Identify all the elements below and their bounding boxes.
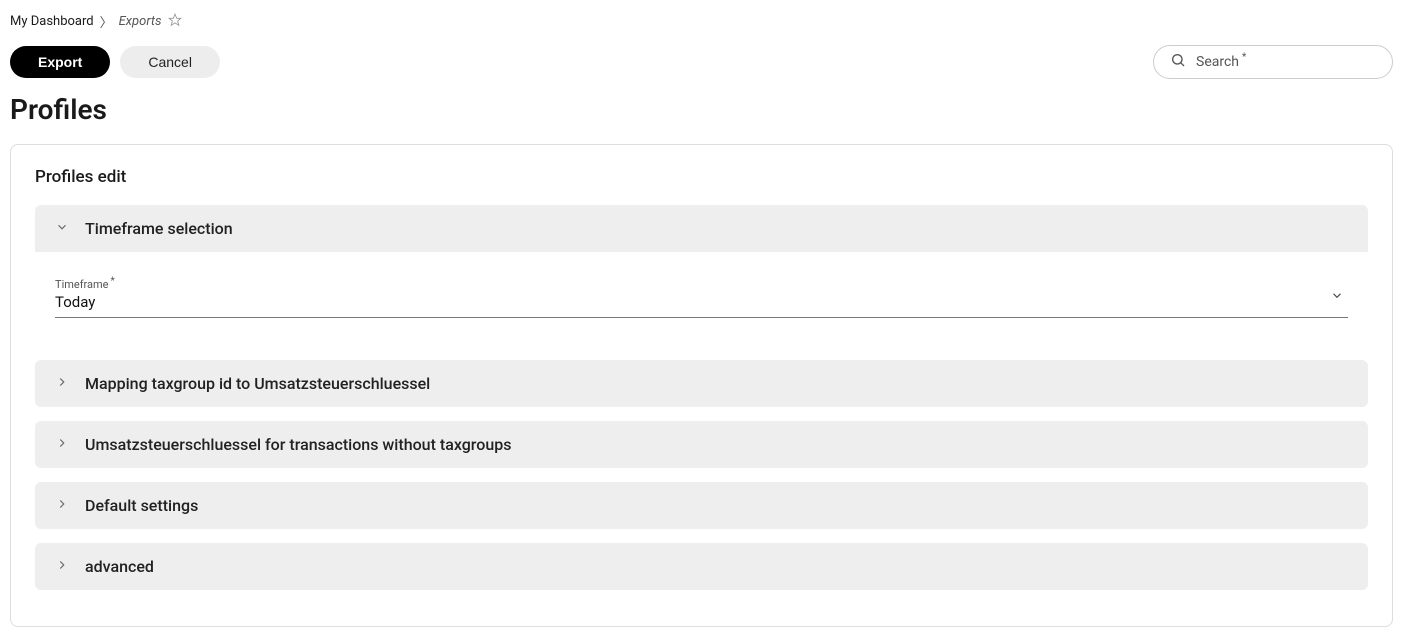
section-mapping-header[interactable]: Mapping taxgroup id to Umsatzsteuerschlu… — [35, 360, 1368, 407]
section-advanced: advanced — [35, 543, 1368, 590]
search-icon — [1170, 52, 1196, 72]
toolbar: Export Cancel Search* — [10, 41, 1393, 93]
chevron-right-icon — [55, 496, 69, 515]
chevron-down-icon — [1330, 287, 1344, 306]
search-placeholder-label: Search* — [1196, 54, 1246, 70]
section-advanced-header[interactable]: advanced — [35, 543, 1368, 590]
breadcrumb: My Dashboard 〉 Exports — [10, 10, 1393, 41]
section-defaults: Default settings — [35, 482, 1368, 529]
section-defaults-title: Default settings — [85, 496, 198, 515]
profiles-card: Profiles edit Timeframe selection Timefr… — [10, 144, 1393, 627]
section-defaults-header[interactable]: Default settings — [35, 482, 1368, 529]
breadcrumb-root[interactable]: My Dashboard — [10, 14, 94, 29]
timeframe-field-value: Today — [55, 293, 1348, 311]
chevron-right-icon — [55, 557, 69, 576]
timeframe-field-label: Timeframe* — [55, 278, 1348, 291]
section-advanced-title: advanced — [85, 557, 154, 576]
section-timeframe-title: Timeframe selection — [85, 219, 233, 238]
chevron-right-icon — [55, 435, 69, 454]
timeframe-select[interactable]: Timeframe* Today — [55, 276, 1348, 318]
section-mapping-title: Mapping taxgroup id to Umsatzsteuerschlu… — [85, 374, 430, 393]
breadcrumb-current[interactable]: Exports — [119, 14, 162, 29]
favorite-star-icon[interactable] — [168, 13, 182, 31]
card-title: Profiles edit — [35, 167, 1368, 187]
section-timeframe-body: Timeframe* Today — [35, 252, 1368, 346]
section-timeframe-header[interactable]: Timeframe selection — [35, 205, 1368, 252]
page-title: Profiles — [10, 93, 1393, 126]
section-umsatz-header[interactable]: Umsatzsteuerschluessel for transactions … — [35, 421, 1368, 468]
export-button[interactable]: Export — [10, 46, 110, 78]
section-mapping: Mapping taxgroup id to Umsatzsteuerschlu… — [35, 360, 1368, 407]
chevron-down-icon — [55, 219, 69, 238]
section-umsatz-title: Umsatzsteuerschluessel for transactions … — [85, 435, 511, 454]
breadcrumb-separator: 〉 — [100, 12, 113, 31]
chevron-right-icon — [55, 374, 69, 393]
section-timeframe: Timeframe selection Timeframe* Today — [35, 205, 1368, 346]
search-field[interactable]: Search* — [1153, 45, 1393, 79]
section-umsatz: Umsatzsteuerschluessel for transactions … — [35, 421, 1368, 468]
cancel-button[interactable]: Cancel — [120, 46, 220, 78]
